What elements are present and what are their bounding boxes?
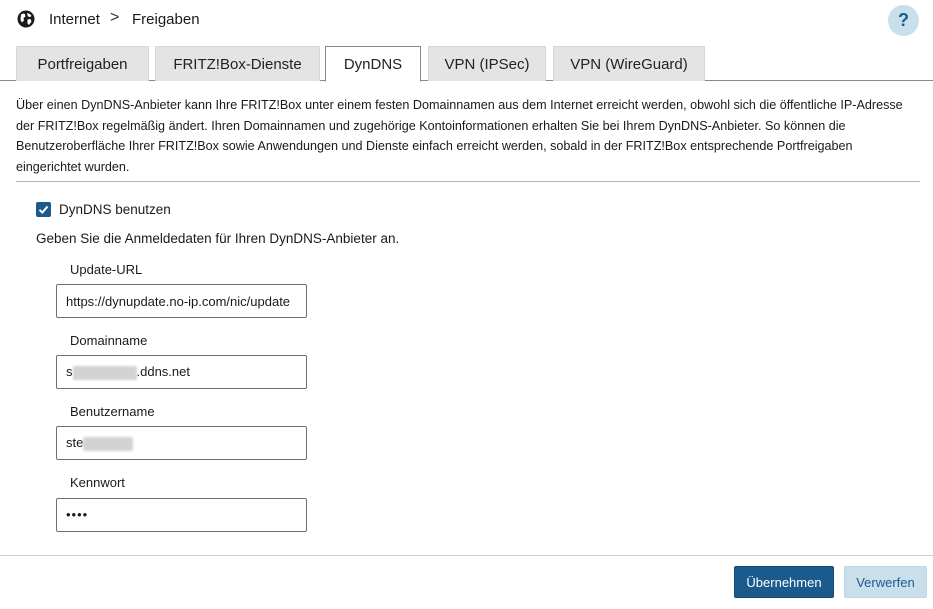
header-bar: Internet > Freigaben ? <box>0 0 933 42</box>
divider <box>16 181 920 182</box>
apply-button[interactable]: Übernehmen <box>734 566 834 598</box>
form-intro-text: Geben Sie die Anmeldedaten für Ihren Dyn… <box>36 231 400 246</box>
help-button[interactable]: ? <box>888 5 919 36</box>
domain-input[interactable]: s .ddns.net <box>56 355 307 389</box>
use-dyndns-checkbox[interactable] <box>36 202 51 217</box>
domain-value-prefix: s <box>66 364 73 379</box>
username-input[interactable]: ste <box>56 426 307 460</box>
domain-label: Domainname <box>70 333 148 348</box>
password-label: Kennwort <box>70 475 125 490</box>
redacted-blur <box>72 365 137 380</box>
redacted-blur <box>83 436 134 451</box>
tab-vpn-ipsec[interactable]: VPN (IPSec) <box>428 46 546 81</box>
password-input[interactable]: •••• <box>56 498 307 532</box>
discard-button[interactable]: Verwerfen <box>844 566 927 598</box>
username-label: Benutzername <box>70 404 155 419</box>
footer-divider <box>0 555 933 556</box>
use-dyndns-label[interactable]: DynDNS benutzen <box>59 202 171 217</box>
breadcrumb-separator: > <box>110 9 120 26</box>
breadcrumb-page: Freigaben <box>132 11 200 28</box>
tab-bar: Portfreigaben FRITZ!Box-Dienste DynDNS V… <box>0 46 933 82</box>
update-url-input[interactable] <box>56 284 307 318</box>
domain-value-suffix: .ddns.net <box>136 364 191 379</box>
update-url-label: Update-URL <box>70 262 143 277</box>
tab-portfreigaben[interactable]: Portfreigaben <box>16 46 149 81</box>
tab-dyndns[interactable]: DynDNS <box>325 46 421 82</box>
tab-vpn-wireguard[interactable]: VPN (WireGuard) <box>553 46 705 81</box>
breadcrumb-section[interactable]: Internet <box>49 11 100 28</box>
globe-icon <box>16 9 36 29</box>
tab-fritzbox-dienste[interactable]: FRITZ!Box-Dienste <box>155 46 320 81</box>
description-text: Über einen DynDNS-Anbieter kann Ihre FRI… <box>16 98 903 174</box>
checkmark-icon <box>38 205 49 214</box>
username-value-prefix: ste <box>66 435 84 450</box>
